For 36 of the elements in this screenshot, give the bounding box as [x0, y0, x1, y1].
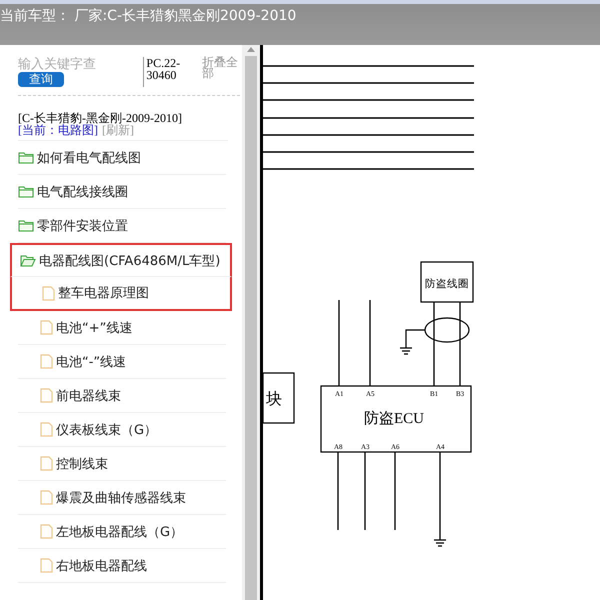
open-folder-icon	[20, 254, 36, 267]
document-icon	[40, 422, 53, 437]
document-icon	[42, 286, 55, 300]
tree-row[interactable]: 仪表板线束（G）	[18, 413, 226, 447]
current-model-title: 当前车型： 厂家:C-长丰猎豹黑金刚2009-2010	[0, 7, 296, 25]
folder-icon	[18, 185, 34, 198]
code-text: PC.22-30460	[143, 57, 196, 87]
tree-row[interactable]: 电气配线接线圈	[18, 175, 226, 209]
coil-label: 防盗线圈	[425, 279, 469, 290]
query-button[interactable]: 查询	[18, 72, 64, 87]
tree-row[interactable]: 左地板电器配线（G）	[18, 515, 226, 549]
tree-row[interactable]: 前电器线束	[18, 379, 226, 413]
document-icon	[40, 524, 53, 539]
tree-row[interactable]: 如何看电气配线图	[18, 141, 226, 175]
highlighted-tree-row[interactable]: 整车电器原理图	[10, 277, 232, 311]
tree-row[interactable]: 爆震及曲轴传感器线束	[18, 481, 226, 515]
tree-row[interactable]: 电池“+”线速	[18, 311, 226, 345]
folder-icon	[18, 151, 34, 164]
highlighted-tree-row[interactable]: 电器配线图(CFA6486M/L车型)	[10, 243, 232, 277]
tree-row[interactable]: 电池“-”线速	[18, 345, 226, 379]
document-icon	[40, 388, 53, 403]
current-section-text: [当前：电路图]	[18, 124, 98, 136]
document-icon	[40, 558, 53, 573]
scrollbar[interactable]	[242, 45, 260, 600]
document-icon	[40, 320, 53, 335]
model-path-text: [C-长丰猎豹-黑金刚-2009-2010]	[18, 112, 183, 124]
tree-row[interactable]: 零部件安装位置	[18, 209, 226, 243]
tree-row[interactable]: 控制线束	[18, 447, 226, 481]
document-icon	[40, 354, 53, 369]
scroll-up-icon[interactable]	[247, 47, 255, 52]
document-icon	[40, 490, 53, 505]
document-icon	[40, 456, 53, 471]
tree-row[interactable]: 右地板电器配线	[18, 549, 226, 583]
folder-icon	[18, 219, 34, 232]
module-label: 块	[266, 391, 282, 408]
ecu-label: 防盗ECU	[364, 411, 424, 427]
